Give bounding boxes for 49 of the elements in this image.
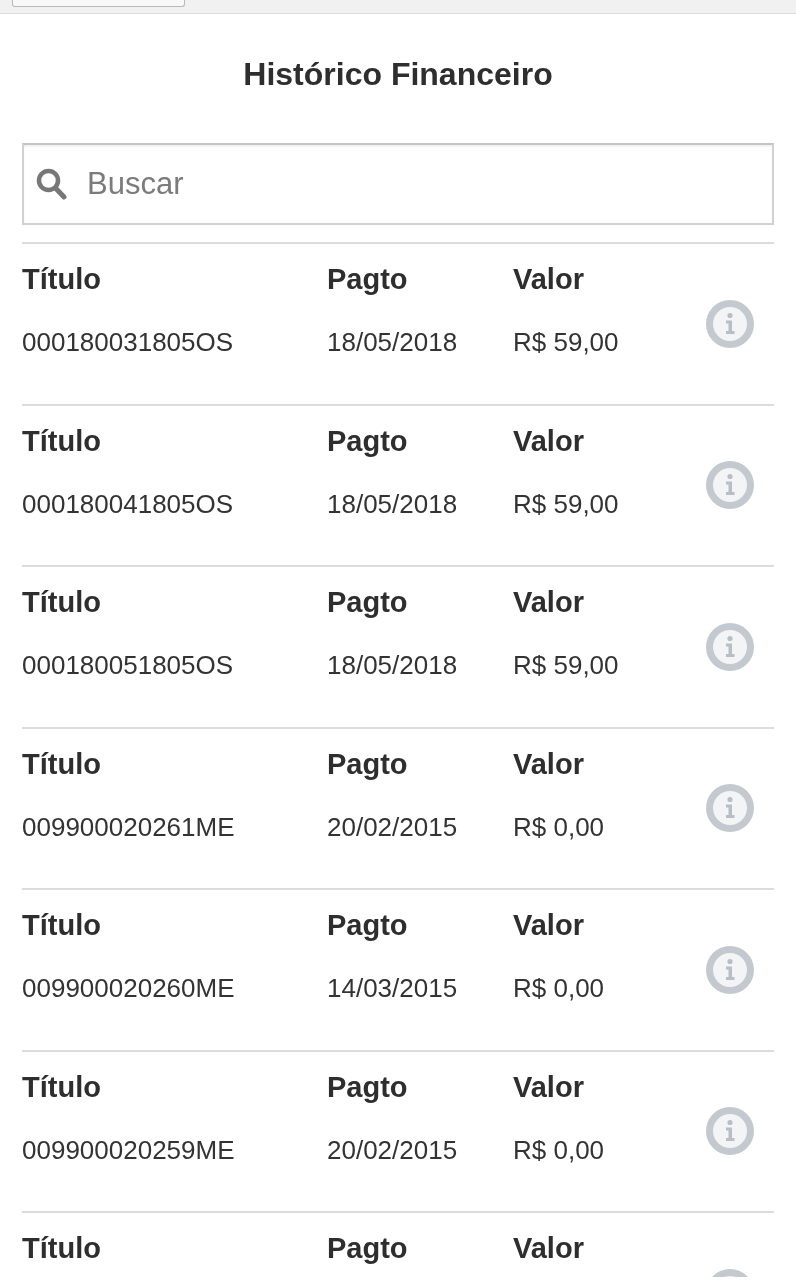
field-label: Valor [513,746,584,782]
field-value: 20/02/2015 [327,810,458,844]
field-label: Valor [513,1069,584,1105]
field-label: Título [22,746,101,782]
field-value: 009900020259ME [22,1133,235,1167]
field-label: Valor [513,1231,584,1266]
field-label: Valor [513,908,584,943]
field-value: 18/05/2018 [327,326,458,359]
search-icon [36,168,67,200]
field-value: R$ 0,00 [513,810,605,844]
field-label: Título [22,1069,101,1105]
field-label: Título [22,585,101,620]
field-value: 000180051805OS [22,649,234,682]
info-icon[interactable] [706,1107,754,1156]
info-icon[interactable] [706,945,754,994]
field-label: Título [22,423,101,459]
field-label: Valor [513,585,584,620]
field-label: Pagto [327,746,408,782]
field-label: Pagto [327,262,408,297]
field-label: Pagto [327,1231,408,1266]
field-value: R$ 59,00 [513,326,619,359]
field-value: 009900020260ME [22,972,235,1005]
toolbar-button[interactable] [12,0,185,7]
search-field[interactable]: Buscar [22,143,774,225]
info-icon[interactable] [706,299,754,348]
field-label: Título [22,262,101,297]
field-value: 000180031805OS [22,326,234,359]
info-icon[interactable] [706,784,754,833]
page-title: Histórico Financeiro [243,55,553,94]
field-label: Título [22,1231,101,1266]
info-icon[interactable] [706,622,754,671]
field-value: 000180041805OS [22,487,234,521]
field-value: R$ 0,00 [513,972,605,1005]
field-value: 009900020261ME [22,810,235,844]
field-value: R$ 59,00 [513,649,619,682]
field-label: Pagto [327,1069,408,1105]
field-value: R$ 59,00 [513,487,619,521]
field-label: Pagto [327,423,408,459]
field-value: 18/05/2018 [327,649,458,682]
field-value: 18/05/2018 [327,487,458,521]
field-label: Pagto [327,585,408,620]
field-label: Título [22,908,101,943]
field-value: 20/02/2015 [327,1133,458,1167]
field-label: Pagto [327,908,408,943]
field-value: 14/03/2015 [327,972,458,1005]
field-value: R$ 0,00 [513,1133,605,1167]
field-label: Valor [513,423,584,459]
field-label: Valor [513,262,584,297]
info-icon[interactable] [706,461,754,510]
